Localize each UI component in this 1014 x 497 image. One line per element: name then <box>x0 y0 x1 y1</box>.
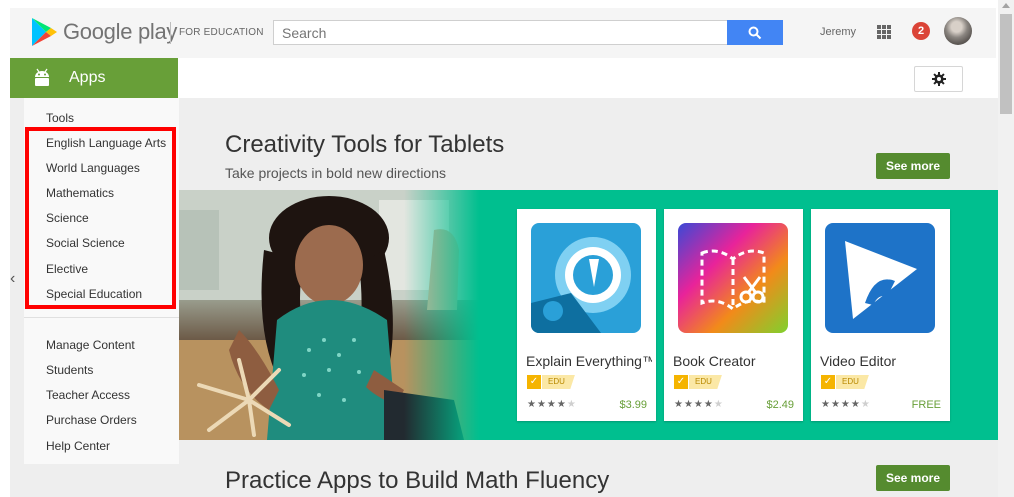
android-icon <box>35 68 49 86</box>
video-editor-icon[interactable] <box>825 223 935 333</box>
check-icon: ✓ <box>527 375 541 389</box>
star-rating: ★★★★★ <box>674 399 724 410</box>
check-icon: ✓ <box>821 375 835 389</box>
scroll-thumb[interactable] <box>1000 14 1012 114</box>
book-creator-icon[interactable] <box>678 223 788 333</box>
app-price[interactable]: $3.99 <box>619 399 647 411</box>
check-icon: ✓ <box>674 375 688 389</box>
star-rating: ★★★★★ <box>821 399 871 410</box>
scrollbar[interactable] <box>998 0 1014 497</box>
sidebar-item-purchase-orders[interactable]: Purchase Orders <box>46 413 137 427</box>
section-title: Practice Apps to Build Math Fluency <box>225 467 610 494</box>
logo-text[interactable]: Google play <box>63 19 177 45</box>
app-card[interactable]: Explain Everything™ ✓ EDU ★★★★★ $3.99 <box>517 209 656 421</box>
search-button[interactable] <box>727 20 783 45</box>
app-price[interactable]: $2.49 <box>766 399 794 411</box>
section-subtitle: Take projects in bold new directions <box>225 165 447 181</box>
app-title[interactable]: Video Editor <box>820 353 946 369</box>
avatar[interactable] <box>944 17 972 45</box>
page: Google play FOR EDUCATION Jeremy 2 <box>0 0 1014 497</box>
search-icon <box>748 26 762 39</box>
section-title: Creativity Tools for Tablets <box>225 131 505 158</box>
sidebar-item-help-center[interactable]: Help Center <box>46 439 110 453</box>
sidebar-item-manage-content[interactable]: Manage Content <box>46 338 135 352</box>
app-card[interactable]: Book Creator ✓ EDU ★★★★★ $2.49 <box>664 209 803 421</box>
explain-everything-icon[interactable] <box>531 223 641 333</box>
google-play-logo-icon[interactable] <box>30 17 58 47</box>
sidebar-item-students[interactable]: Students <box>46 363 93 377</box>
featured-banner: Explain Everything™ ✓ EDU ★★★★★ $3.99 Bo… <box>179 190 998 440</box>
edu-badge: ✓ EDU <box>821 375 869 389</box>
user-name[interactable]: Jeremy <box>820 26 856 38</box>
sidebar-item-tools[interactable]: Tools <box>46 111 74 125</box>
see-more-button[interactable]: See more <box>876 465 950 491</box>
app-title[interactable]: Book Creator <box>673 353 799 369</box>
sidebar-divider <box>24 317 179 318</box>
highlight-box <box>25 127 176 309</box>
scroll-up-arrow-icon[interactable] <box>1002 3 1010 8</box>
star-rating: ★★★★★ <box>527 399 577 410</box>
edu-badge-label: EDU <box>836 375 869 389</box>
logo-divider <box>170 22 171 44</box>
apps-grid-icon[interactable] <box>877 25 891 39</box>
sidebar-item-teacher-access[interactable]: Teacher Access <box>46 388 130 402</box>
top-bar: Google play FOR EDUCATION Jeremy 2 <box>10 8 996 58</box>
for-education-label: FOR EDUCATION <box>179 27 264 38</box>
search-input[interactable] <box>273 20 728 45</box>
app-title[interactable]: Explain Everything™ <box>526 353 652 369</box>
carousel-prev-icon[interactable]: ‹ <box>10 270 15 288</box>
app-price[interactable]: FREE <box>912 399 941 411</box>
settings-button[interactable] <box>914 66 963 92</box>
edu-badge: ✓ EDU <box>674 375 722 389</box>
apps-label: Apps <box>69 69 106 86</box>
gear-icon <box>931 72 946 86</box>
banner-photo <box>179 190 479 440</box>
edu-badge-label: EDU <box>689 375 722 389</box>
apps-category-header[interactable]: Apps <box>10 58 178 98</box>
see-more-button[interactable]: See more <box>876 153 950 179</box>
edu-badge-label: EDU <box>542 375 575 389</box>
edu-badge: ✓ EDU <box>527 375 575 389</box>
app-card[interactable]: Video Editor ✓ EDU ★★★★★ FREE <box>811 209 950 421</box>
notification-badge[interactable]: 2 <box>912 22 930 40</box>
